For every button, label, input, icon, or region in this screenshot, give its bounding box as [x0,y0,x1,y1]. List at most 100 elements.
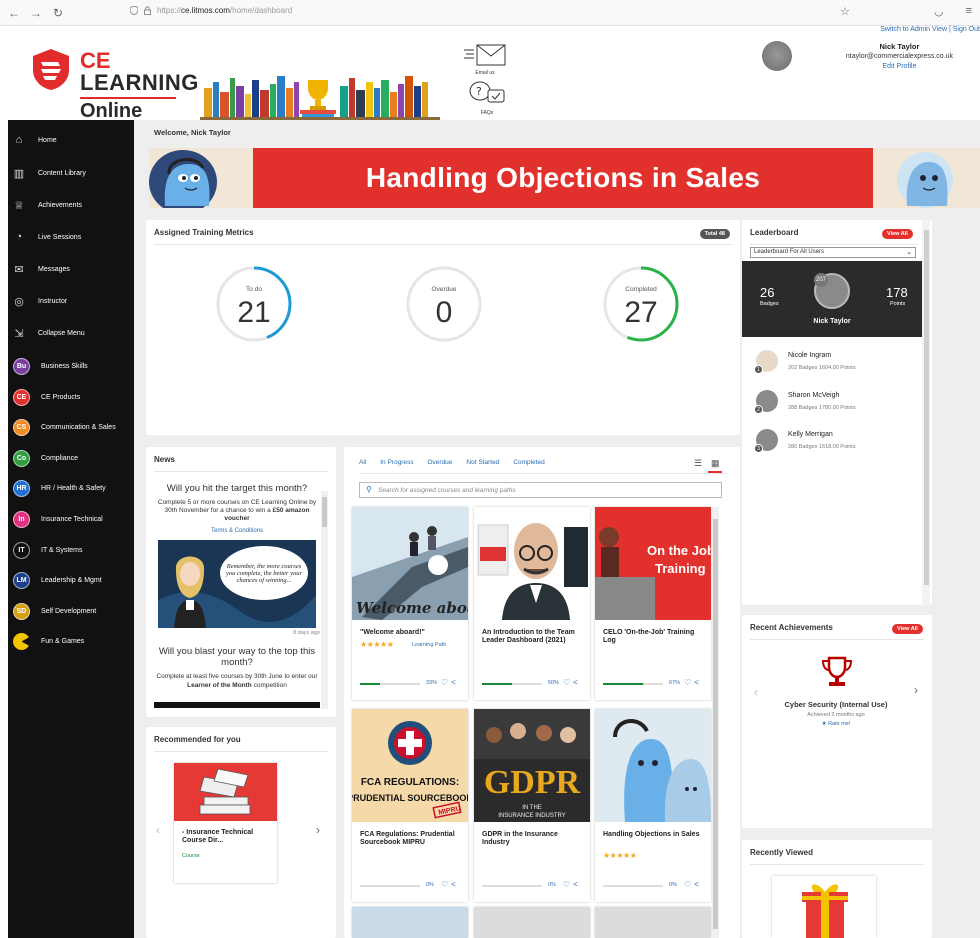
leaderboard-filter-select[interactable]: Leaderboard For All Users ⌄ [750,247,916,258]
course-list-scrollbar[interactable] [712,507,719,938]
svg-text:FCA REGULATIONS:: FCA REGULATIONS: [361,777,459,788]
achievements-next-arrow[interactable]: › [914,683,918,697]
course-card-partial[interactable] [352,907,468,938]
leaderboard-view-all-button[interactable]: View All [882,229,913,239]
sidebar-item-content-library[interactable]: ▥ Content Library [8,162,134,184]
address-bar[interactable]: https://ce.litmos.com/home/dashboard [130,6,292,15]
my-rank-badge: 207 [814,273,828,287]
sign-out-link[interactable]: Sign Out [953,26,980,33]
sidebar-category-business-skills[interactable]: Bu Business Skills [8,355,134,377]
ce-logo-icon[interactable] [30,48,72,90]
metric-overdue[interactable]: Overdue 0 [404,264,484,344]
forward-icon[interactable]: → [28,6,44,20]
divider [154,471,328,472]
course-card[interactable]: Handling Objections in Sales ★★★★★ 0% ♡< [595,709,711,902]
sidebar-category-insurance-technical[interactable]: In Insurance Technical [8,508,134,530]
edit-profile-link[interactable]: Edit Profile [846,62,953,71]
user-avatar[interactable] [762,41,792,71]
sidebar-category-ce-products[interactable]: CE CE Products [8,386,134,408]
bookmark-star-icon[interactable]: ☆ [840,5,850,18]
share-icon[interactable]: < [694,880,702,889]
sidebar-category-leadership-mgmt[interactable]: LM Leadership & Mgmt [8,569,134,591]
grid-view-icon[interactable]: ▦ [711,458,720,469]
welcome-aboard-thumbnail[interactable]: Welcome aboard! [352,507,468,620]
recently-viewed-item[interactable] [772,876,876,938]
hero-banner[interactable]: Handling Objections in Sales [149,148,980,208]
favorite-heart-icon[interactable]: ♡ [563,880,573,889]
course-list-scroll-thumb[interactable] [713,519,718,929]
tab-not-started[interactable]: Not Started [466,459,499,466]
favorite-heart-icon[interactable]: ♡ [441,880,451,889]
favorite-heart-icon[interactable]: ♡ [684,880,694,889]
sidebar-item-achievements[interactable]: ♕ Achievements [8,194,134,216]
tab-completed[interactable]: Completed [513,459,544,466]
share-icon[interactable]: < [451,678,459,687]
leaderboard-scroll-thumb[interactable] [924,230,929,585]
leaderboard-row[interactable]: 2 Sharon McVeigh 288 Badges 1780.00 Points [754,390,916,420]
faq-icon: ? [469,81,505,103]
tab-overdue[interactable]: Overdue [427,459,452,466]
favorite-heart-icon[interactable]: ♡ [563,678,573,687]
leaderboard-row[interactable]: 3 Kelly Merrigan 280 Badges 1618.00 Points [754,429,916,459]
rate-me-link[interactable]: ★ Rate me! [742,721,930,727]
course-card[interactable]: An Introduction to the Team Leader Dashb… [474,507,590,700]
sidebar-item-collapse-menu[interactable]: ⇲ Collapse Menu [8,322,134,344]
share-icon[interactable]: < [694,678,702,687]
course-card-partial[interactable] [474,907,590,938]
email-us-link[interactable]: Email us [460,42,510,76]
tab-in-progress[interactable]: In Progress [380,459,413,466]
pocket-icon[interactable]: ◡ [934,5,944,18]
favorite-heart-icon[interactable]: ♡ [441,678,451,687]
course-card-partial[interactable] [595,907,711,938]
sidebar-item-home[interactable]: ⌂ Home [8,129,134,151]
sidebar-category-it-systems[interactable]: IT IT & Systems [8,539,134,561]
sidebar-category-self-development[interactable]: SD Self Development [8,600,134,622]
course-progress-bar [360,885,420,887]
course-card[interactable]: FCA REGULATIONS: PRUDENTIAL SOURCEBOOK MIP… [352,709,468,902]
course-card[interactable]: GDPR IN THE INSURANCE INDUSTRY GDPR in the … [474,709,590,902]
leaderboard-title: Leaderboard [750,228,799,237]
course-card[interactable]: Welcome aboard! "Welcome aboard!" ★★★★★ Lea… [352,507,468,700]
share-icon[interactable]: < [573,678,581,687]
logo-online: Online [80,100,143,122]
course-progress-percent: 50% [548,680,560,686]
achievements-prev-arrow[interactable]: ‹ [754,685,758,699]
recommended-next-arrow[interactable]: › [316,823,320,837]
handling-objections-thumbnail[interactable] [595,709,711,822]
share-icon[interactable]: < [451,880,459,889]
leaderboard-row[interactable]: 1 Nicole Ingram 202 Badges 1604.00 Points [754,350,916,380]
sidebar-item-live-sessions[interactable]: ◔ Live Sessions [8,226,134,248]
sidebar-item-messages[interactable]: ✉ Messages [8,258,134,280]
metric-to-do[interactable]: To do 21 [214,264,294,344]
recommended-course-card[interactable]: - Insurance Technical Course Dir... Cour… [174,763,277,883]
sidebar-item-instructor[interactable]: ◎ Instructor [8,290,134,312]
sidebar-category-fun-games[interactable]: Fun & Games [8,630,134,652]
list-view-icon[interactable]: ☰ [694,458,702,469]
achievements-view-all-button[interactable]: View All [892,624,923,634]
site-logo[interactable]: CE LEARNING Online [80,50,199,121]
course-card[interactable]: On the Job Training CELO 'On-the-Job' Trai… [595,507,711,700]
metric-completed[interactable]: Completed 27 [601,264,681,344]
fca-regulations-thumbnail[interactable]: FCA REGULATIONS: PRUDENTIAL SOURCEBOOK MIP… [352,709,468,822]
course-search-input[interactable]: ⚲ Search for assigned courses and learni… [359,482,722,498]
news-scroll-thumb[interactable] [322,497,327,527]
team-leader-dashboard-thumbnail[interactable] [474,507,590,620]
tab-all[interactable]: All [359,459,366,466]
gdpr-thumbnail[interactable]: GDPR IN THE INSURANCE INDUSTRY [474,709,590,822]
menu-icon[interactable]: ≡ [966,5,972,18]
switch-admin-link[interactable]: Switch to Admin View [880,26,947,33]
terms-link[interactable]: Terms & Conditions [154,528,320,534]
favorite-heart-icon[interactable]: ♡ [684,678,694,687]
sidebar-category-compliance[interactable]: Co Compliance [8,447,134,469]
leaderboard-card: Leaderboard View All Leaderboard For All… [742,220,932,605]
reload-icon[interactable]: ↻ [50,6,66,20]
recommended-prev-arrow[interactable]: ‹ [156,823,160,837]
on-the-job-training-thumbnail[interactable]: On the Job Training [595,507,711,620]
faqs-link[interactable]: ? FAQs [462,80,512,116]
news-scrollbar[interactable] [321,491,328,709]
sidebar-category-hr-health-safety[interactable]: HR HR / Health & Safety [8,477,134,499]
sidebar-category-communication-sales[interactable]: CS Communication & Sales [8,416,134,438]
back-icon[interactable]: ← [6,6,22,20]
share-icon[interactable]: < [573,880,581,889]
recommended-card: Recommended for you ‹ - Insurance Techni… [146,727,336,938]
